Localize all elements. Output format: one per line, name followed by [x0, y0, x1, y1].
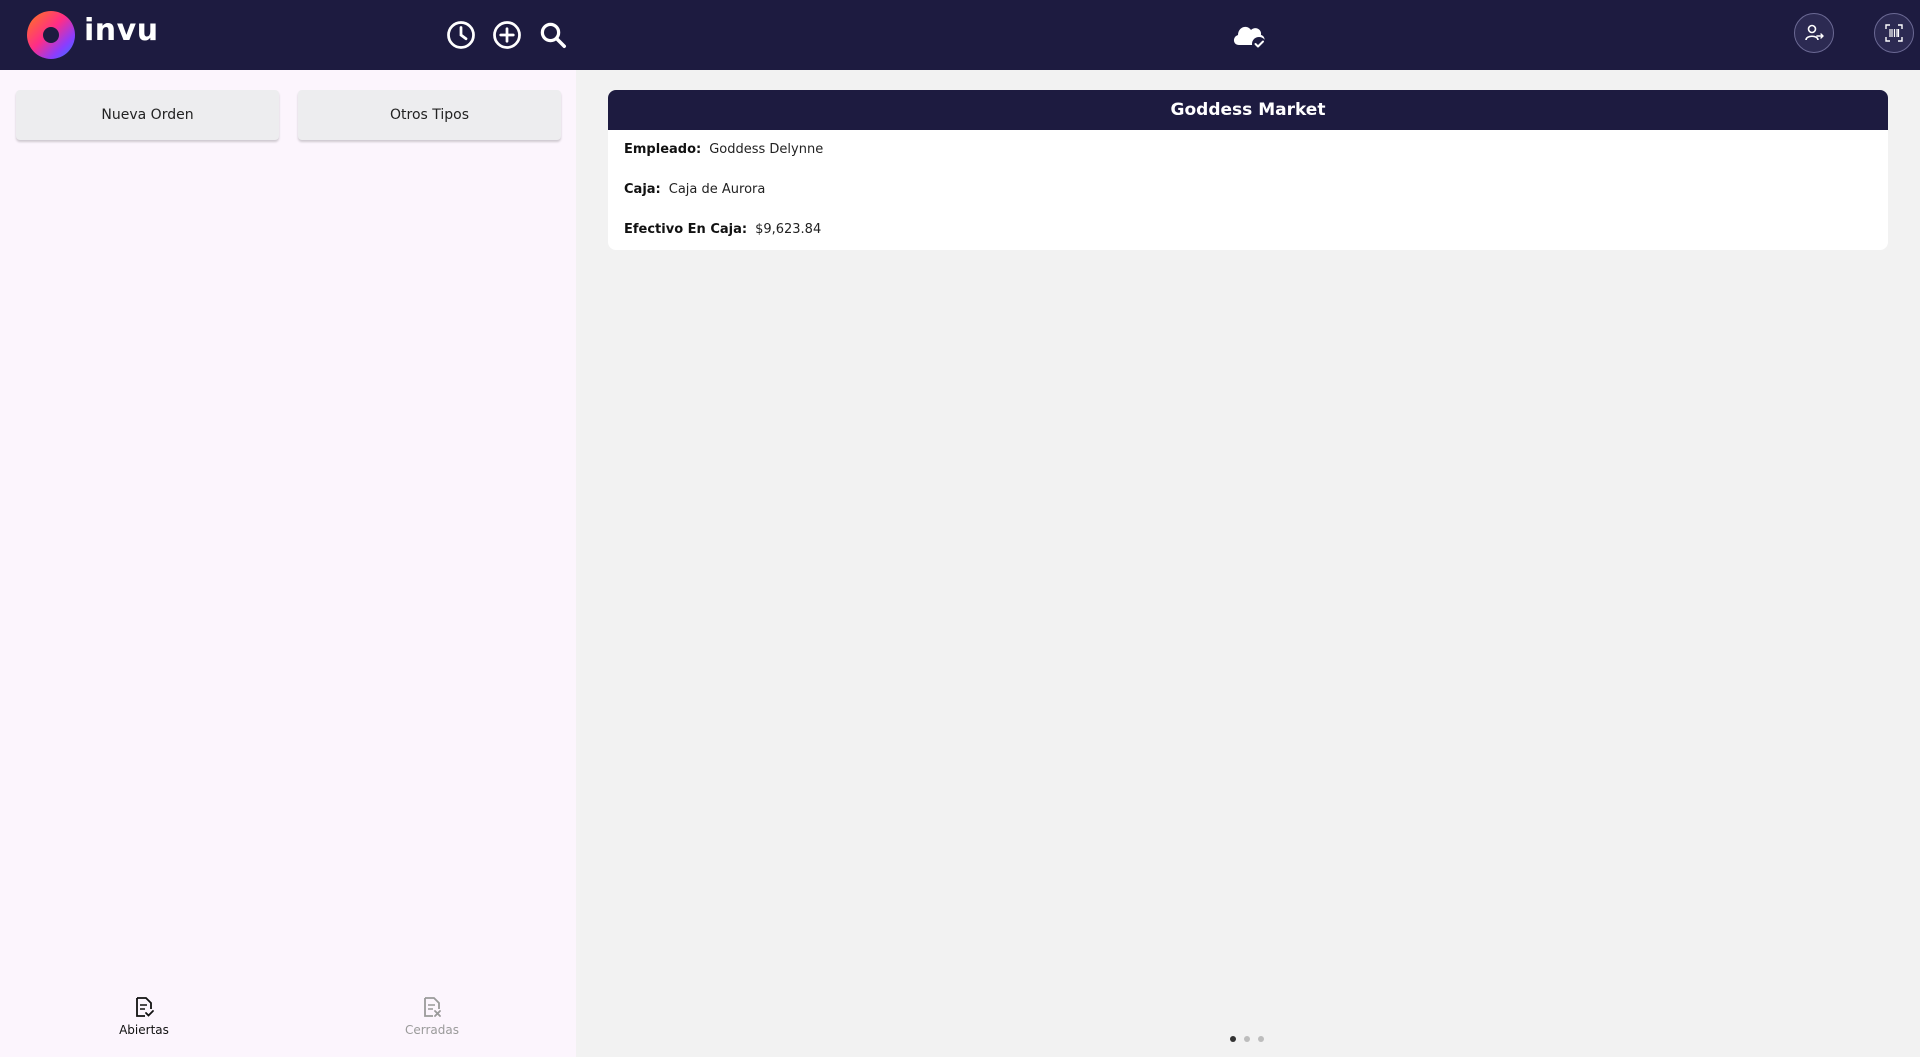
plus-circle-icon[interactable] — [492, 20, 522, 50]
tab-cerradas-label: Cerradas — [405, 1023, 459, 1037]
other-types-button[interactable]: Otros Tipos — [298, 90, 561, 140]
logo-text: invu — [84, 13, 159, 48]
cash-row: Efectivo En Caja: $9,623.84 — [624, 222, 821, 237]
store-name: Goddess Market — [608, 90, 1888, 130]
tab-abiertas-label: Abiertas — [119, 1023, 169, 1037]
tab-abiertas[interactable]: Abiertas — [84, 995, 204, 1045]
cloud-check-icon — [1230, 17, 1268, 53]
top-bar: invu — [0, 0, 1920, 70]
cash-label: Efectivo En Caja: — [624, 222, 748, 237]
employee-row: Empleado: Goddess Delynne — [624, 142, 823, 157]
page-dot[interactable] — [1258, 1036, 1264, 1042]
closed-orders-icon — [424, 997, 441, 1017]
open-orders-icon — [136, 997, 154, 1017]
page-indicator — [1230, 1036, 1264, 1042]
barcode-scan-icon — [1885, 24, 1903, 42]
register-label: Caja: — [624, 182, 661, 197]
user-switch-icon — [1805, 24, 1824, 41]
search-icon[interactable] — [538, 20, 568, 50]
orders-panel: Nueva Orden Otros Tipos Abiertas Cerrada… — [0, 70, 576, 1057]
page-dot[interactable] — [1230, 1036, 1236, 1042]
page-dot[interactable] — [1244, 1036, 1250, 1042]
cash-value: $9,623.84 — [755, 222, 822, 237]
user-switch-button[interactable] — [1794, 13, 1834, 53]
store-info-card: Goddess Market Empleado: Goddess Delynne … — [608, 90, 1888, 250]
register-value: Caja de Aurora — [668, 182, 766, 197]
tab-cerradas[interactable]: Cerradas — [372, 995, 492, 1045]
clock-icon[interactable] — [446, 20, 476, 50]
new-order-button[interactable]: Nueva Orden — [16, 90, 279, 140]
employee-label: Empleado: — [624, 142, 702, 157]
employee-value: Goddess Delynne — [709, 142, 824, 157]
invu-logo-icon — [26, 10, 76, 60]
barcode-scan-button[interactable] — [1874, 13, 1914, 53]
register-row: Caja: Caja de Aurora — [624, 182, 765, 197]
